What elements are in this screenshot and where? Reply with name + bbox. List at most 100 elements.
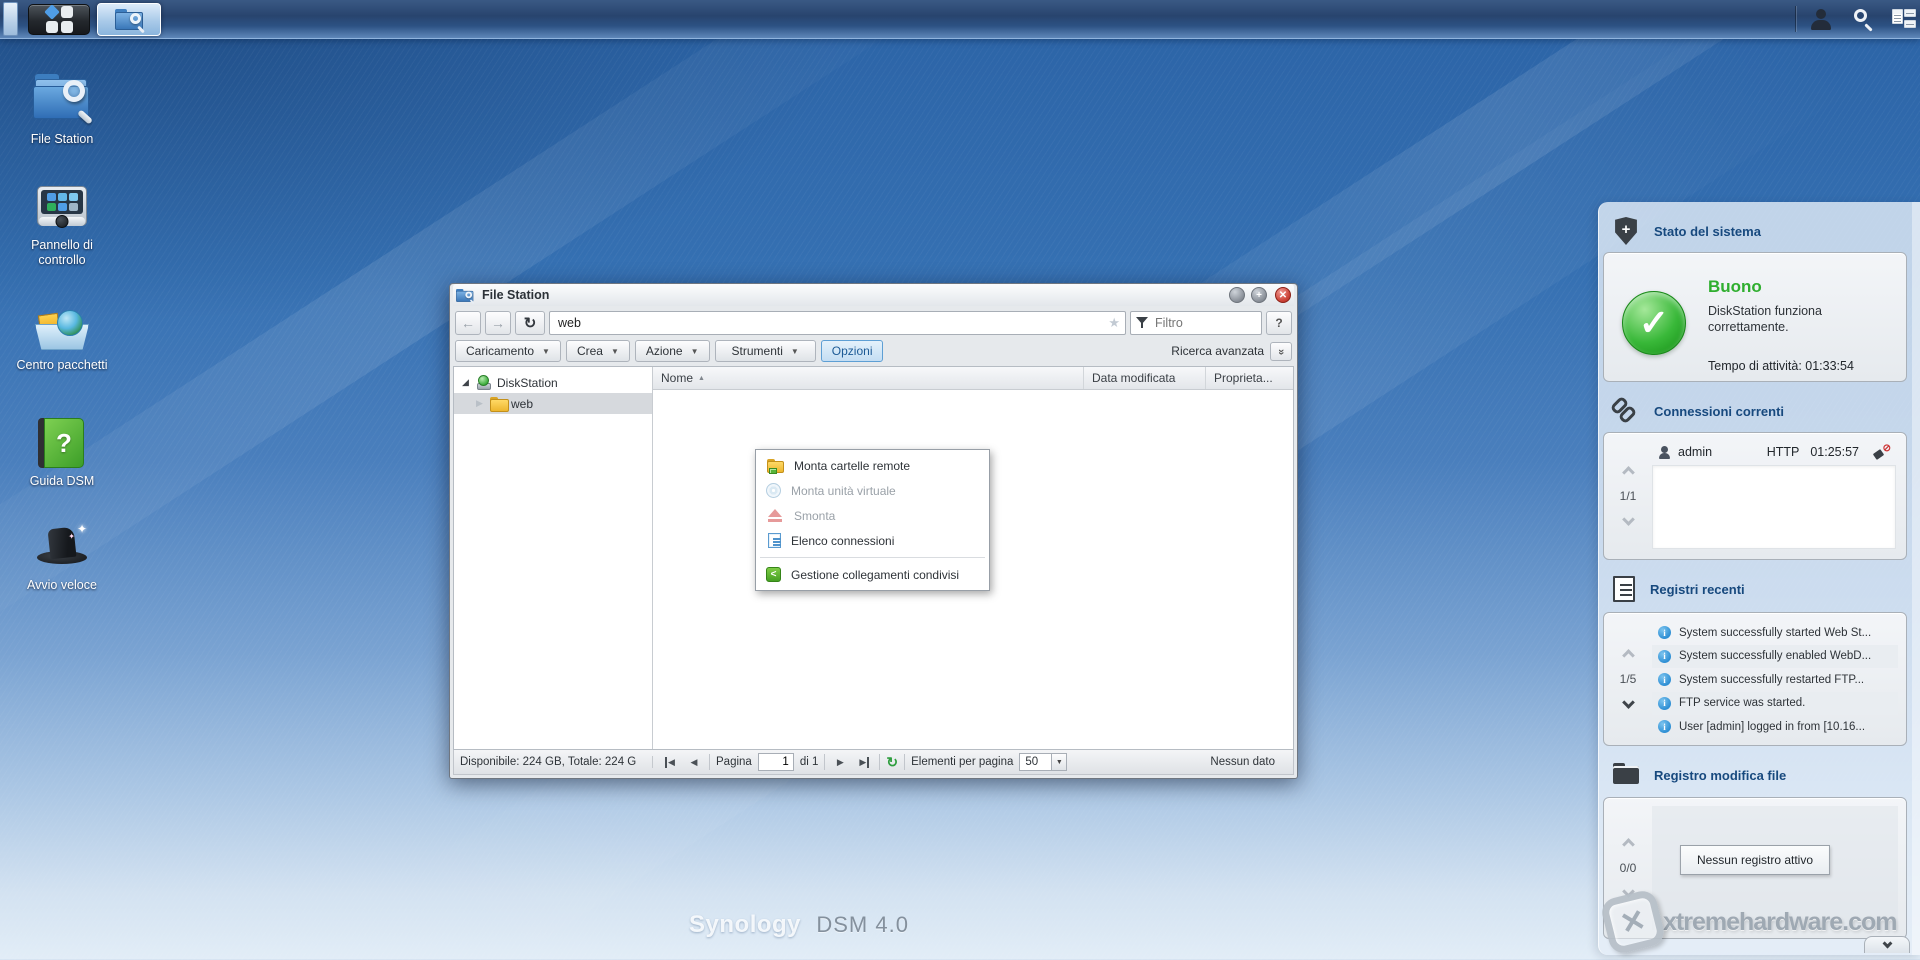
synology-logo: Synology — [689, 911, 802, 938]
filter-input[interactable] — [1130, 310, 1262, 335]
log-document-icon — [1613, 576, 1635, 602]
folder-tree: ◢ DiskStation ▶ web — [454, 367, 653, 749]
window-title: File Station — [482, 288, 550, 302]
page-of-label: di 1 — [799, 756, 819, 768]
column-header-modified[interactable]: Data modificata — [1083, 367, 1205, 389]
system-status-card: ✓ Buono DiskStation funziona correttamen… — [1603, 252, 1907, 382]
list-refresh-button[interactable]: ↻ — [886, 754, 898, 771]
show-desktop-button[interactable] — [3, 2, 18, 36]
log-entry: i User [admin] logged in from [10.16... — [1652, 715, 1898, 739]
close-button[interactable]: ✕ — [1275, 287, 1291, 303]
watermark-text: xtremehardware.com — [1663, 907, 1898, 936]
column-header-name[interactable]: Nome ▲ — [653, 367, 1083, 389]
log-entry: i System successfully enabled WebD... — [1652, 644, 1898, 668]
menu-item-shared-links-manager[interactable]: < Gestione collegamenti condivisi — [758, 562, 987, 587]
navigation-bar: ← → ↻ ★ ? — [453, 306, 1294, 339]
log-entry: i System successfully restarted FTP... — [1652, 668, 1898, 692]
desktop-icon-control-panel[interactable]: Pannello di controllo — [6, 182, 118, 268]
tree-node-label: web — [511, 396, 534, 411]
connection-row: admin HTTP 01:25:57 — [1652, 439, 1896, 465]
tree-node-label: DiskStation — [497, 375, 558, 390]
column-header-owner[interactable]: Proprieta... — [1205, 367, 1293, 389]
menu-item-unmount[interactable]: Smonta — [758, 503, 987, 528]
create-button[interactable]: Crea ▼ — [565, 340, 630, 362]
path-input[interactable] — [549, 310, 1126, 335]
collapsed-arrow-icon[interactable]: ▶ — [476, 398, 486, 409]
desktop-icon-quick-start[interactable]: ✦ ✦ Avvio veloce — [6, 520, 118, 593]
taskbar-item-file-station[interactable] — [97, 3, 161, 36]
no-data-text: Nessun dato — [1210, 756, 1275, 768]
double-chevron-down-icon: » — [1275, 348, 1287, 354]
maximize-button[interactable]: + — [1251, 287, 1267, 303]
pager-down-icon[interactable] — [1621, 513, 1635, 526]
chevron-down-icon: ▼ — [542, 346, 550, 356]
branding: Synology DSM 4.0 — [0, 911, 1598, 939]
pager-up-icon[interactable] — [1621, 838, 1635, 851]
tree-node-diskstation[interactable]: ◢ DiskStation — [454, 372, 652, 393]
refresh-button[interactable]: ↻ — [515, 310, 545, 335]
eject-icon — [766, 508, 784, 524]
taskbar-divider — [1795, 6, 1796, 32]
back-button[interactable]: ← — [455, 310, 481, 335]
main-menu-button[interactable] — [28, 4, 90, 35]
user-icon — [1658, 445, 1671, 459]
recent-logs-card: 1/5 i System successfully started Web St.… — [1603, 612, 1907, 746]
widget-title: Stato del sistema — [1654, 223, 1761, 239]
dsm-version: DSM 4.0 — [816, 912, 909, 937]
menu-diamond-icon — [43, 4, 60, 20]
forward-button[interactable]: → — [485, 310, 511, 335]
advanced-search: Ricerca avanzata » — [1171, 341, 1292, 361]
expanded-arrow-icon[interactable]: ◢ — [462, 377, 472, 388]
pager-up-icon[interactable] — [1621, 466, 1635, 479]
prev-page-button[interactable]: ◀ — [685, 753, 703, 771]
chevron-down-icon: ▼ — [790, 346, 799, 356]
connection-user: admin — [1678, 445, 1713, 459]
desktop-icon-label: Avvio veloce — [27, 578, 97, 592]
quick-start-icon: ✦ ✦ — [33, 520, 91, 572]
virtual-drive-icon — [766, 483, 781, 498]
pilot-view-icon[interactable] — [1892, 9, 1916, 30]
menu-item-mount-remote-folders[interactable]: Monta cartelle remote — [758, 453, 987, 478]
menu-separator — [760, 557, 985, 558]
action-button[interactable]: Azione ▼ — [634, 340, 710, 362]
pager-up-icon[interactable] — [1621, 649, 1635, 662]
minimize-button[interactable] — [1229, 287, 1245, 303]
logs-pager: 1/5 — [1604, 613, 1652, 745]
disconnect-icon[interactable] — [1874, 443, 1891, 459]
desktop-icon-label: Centro pacchetti — [16, 358, 108, 372]
window-titlebar[interactable]: File Station + ✕ — [453, 284, 1294, 306]
page-number-input[interactable] — [757, 753, 794, 771]
last-page-button[interactable]: ▶ — [855, 753, 873, 771]
info-icon: i — [1658, 649, 1671, 663]
connections-header: Connessioni correnti — [1609, 395, 1784, 426]
options-button[interactable]: Opzioni — [820, 340, 884, 362]
desktop-icon-file-station[interactable]: File Station — [6, 70, 118, 147]
per-page-select[interactable]: 50 ▼ — [1019, 753, 1068, 771]
help-button[interactable]: ? — [1266, 310, 1292, 335]
bookmark-star-icon[interactable]: ★ — [1108, 315, 1120, 331]
user-menu-icon[interactable] — [1810, 9, 1832, 30]
column-header-row: Nome ▲ Data modificata Proprieta... — [653, 367, 1293, 390]
select-arrow-icon: ▼ — [1051, 754, 1067, 770]
first-page-button[interactable]: ◀ — [661, 753, 679, 771]
connections-list: admin HTTP 01:25:57 — [1652, 439, 1896, 549]
upload-button[interactable]: Caricamento ▼ — [455, 340, 561, 362]
window-main: ◢ DiskStation ▶ web Nome ▲ Data modifica… — [453, 366, 1294, 750]
desktop-icon-dsm-help[interactable]: ? Guida DSM — [6, 416, 118, 489]
tools-button[interactable]: Strumenti ▼ — [714, 340, 816, 362]
advanced-search-label: Ricerca avanzata — [1171, 344, 1264, 358]
menu-item-mount-virtual-drive[interactable]: Monta unità virtuale — [758, 478, 987, 503]
connection-protocol: HTTP — [1766, 445, 1800, 459]
tree-node-web[interactable]: ▶ web — [454, 393, 652, 414]
search-icon[interactable] — [1852, 9, 1874, 32]
tools-dropdown-menu: Monta cartelle remote Monta unità virtua… — [755, 449, 990, 591]
desktop-icon-label: File Station — [30, 132, 94, 146]
pager-down-icon[interactable] — [1621, 696, 1635, 709]
next-page-button[interactable]: ▶ — [831, 753, 849, 771]
advanced-search-expand-button[interactable]: » — [1270, 341, 1292, 361]
menu-item-label: Monta cartelle remote — [794, 458, 911, 473]
menu-item-connection-list[interactable]: Elenco connessioni — [758, 528, 987, 553]
desktop-icon-package-center[interactable]: Centro pacchetti — [6, 306, 118, 373]
status-bar: Disponibile: 224 GB, Totale: 224 G ◀ ◀ P… — [453, 750, 1294, 775]
sort-asc-icon: ▲ — [698, 374, 705, 382]
